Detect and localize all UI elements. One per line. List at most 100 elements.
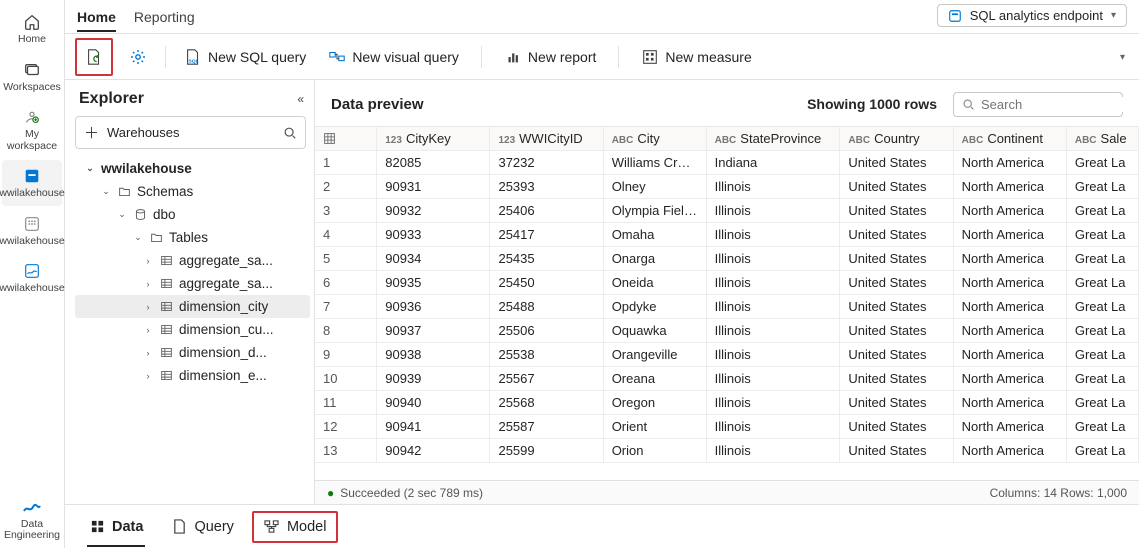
row-number: 3 <box>315 199 377 223</box>
toolbar-overflow[interactable]: ▾ <box>1120 52 1125 63</box>
column-header-wwicityid[interactable]: 123WWICityID <box>490 127 603 151</box>
table-row[interactable]: 139094225599OrionIllinoisUnited StatesNo… <box>315 439 1139 463</box>
tree-icon <box>149 231 163 245</box>
cell: North America <box>953 295 1066 319</box>
tree-node-label: dimension_city <box>179 299 268 314</box>
cell: Illinois <box>706 367 840 391</box>
row-number: 13 <box>315 439 377 463</box>
cell: 25568 <box>490 391 603 415</box>
bottom-tab-query[interactable]: Query <box>161 513 244 541</box>
data-preview-panel: Data preview Showing 1000 rows 123CityKe… <box>315 80 1139 504</box>
cell: Williams Creek <box>603 151 706 175</box>
status-text: Succeeded (2 sec 789 ms) <box>340 486 483 500</box>
gear-icon <box>129 48 147 66</box>
search-icon[interactable] <box>283 126 297 140</box>
tree-node-label: aggregate_sa... <box>179 276 273 291</box>
rail-item-label: My workspace <box>2 129 62 152</box>
table-row[interactable]: 59093425435OnargaIllinoisUnited StatesNo… <box>315 247 1139 271</box>
rail-item-data-engineering[interactable]: Data Engineering <box>2 491 62 548</box>
row-number: 5 <box>315 247 377 271</box>
table-row[interactable]: 39093225406Olympia FieldsIllinoisUnited … <box>315 199 1139 223</box>
row-number: 8 <box>315 319 377 343</box>
cell: 25538 <box>490 343 603 367</box>
cell: Illinois <box>706 271 840 295</box>
tree-node-dimension_e-[interactable]: ›dimension_e... <box>75 364 310 387</box>
column-header-country[interactable]: ABCCountry <box>840 127 953 151</box>
collapse-explorer-icon[interactable]: « <box>297 92 304 106</box>
table-row[interactable]: 18208537232Williams CreekIndianaUnited S… <box>315 151 1139 175</box>
tree-node-dimension_d-[interactable]: ›dimension_d... <box>75 341 310 364</box>
table-row[interactable]: 79093625488OpdykeIllinoisUnited StatesNo… <box>315 295 1139 319</box>
table-row[interactable]: 119094025568OregonIllinoisUnited StatesN… <box>315 391 1139 415</box>
refresh-button[interactable] <box>83 44 105 70</box>
bottom-tab-model[interactable]: Model <box>252 511 339 543</box>
bottom-tab-bar: Data Query Model <box>65 504 1139 548</box>
new-report-button[interactable]: New report <box>502 44 598 70</box>
new-measure-button[interactable]: New measure <box>639 44 753 70</box>
tree-node-dbo[interactable]: ⌄dbo <box>75 203 310 226</box>
cell: 90938 <box>377 343 490 367</box>
column-header-city[interactable]: ABCCity <box>603 127 706 151</box>
table-row[interactable]: 69093525450OneidaIllinoisUnited StatesNo… <box>315 271 1139 295</box>
plus-icon: ＋ <box>84 122 99 143</box>
tree-node-aggregate_sa-[interactable]: ›aggregate_sa... <box>75 272 310 295</box>
table-row[interactable]: 89093725506OquawkaIllinoisUnited StatesN… <box>315 319 1139 343</box>
tree-node-tables[interactable]: ⌄Tables <box>75 226 310 249</box>
column-header-stateprovince[interactable]: ABCStateProvince <box>706 127 840 151</box>
new-visual-query-button[interactable]: New visual query <box>326 44 461 70</box>
endpoint-selector[interactable]: SQL analytics endpoint ▾ <box>937 4 1127 27</box>
table-row[interactable]: 129094125587OrientIllinoisUnited StatesN… <box>315 415 1139 439</box>
tree-node-aggregate_sa-[interactable]: ›aggregate_sa... <box>75 249 310 272</box>
tree-icon <box>159 346 173 360</box>
main-area: Home Reporting SQL analytics endpoint ▾ S… <box>65 0 1139 548</box>
grid-corner[interactable] <box>315 127 377 151</box>
data-icon <box>89 519 105 535</box>
bottom-tab-data[interactable]: Data <box>79 513 153 541</box>
cell: Opdyke <box>603 295 706 319</box>
cell: United States <box>840 295 953 319</box>
cell: 90931 <box>377 175 490 199</box>
rail-item-workspaces[interactable]: Workspaces <box>2 54 62 100</box>
rail-item-my-workspace[interactable]: My workspace <box>2 101 62 158</box>
data-grid[interactable]: 123CityKey123WWICityIDABCCityABCStatePro… <box>315 126 1139 480</box>
search-box[interactable] <box>953 92 1123 117</box>
top-tab-reporting[interactable]: Reporting <box>134 3 195 31</box>
rail-item-wwilakehouse[interactable]: wwilakehouse <box>2 255 62 301</box>
workspaces-icon <box>22 60 42 80</box>
column-header-citykey[interactable]: 123CityKey <box>377 127 490 151</box>
toolbar: SQLNew SQL query New visual query New repo… <box>65 34 1139 80</box>
table-row[interactable]: 29093125393OlneyIllinoisUnited StatesNor… <box>315 175 1139 199</box>
rail-item-wwilakehouse[interactable]: wwilakehouse <box>2 208 62 254</box>
rail-item-wwilakehouse[interactable]: wwilakehouse <box>2 160 62 206</box>
tree-node-schemas[interactable]: ⌄Schemas <box>75 180 310 203</box>
tree-node-dimension_cu-[interactable]: ›dimension_cu... <box>75 318 310 341</box>
column-header-sale[interactable]: ABCSale <box>1066 127 1138 151</box>
settings-button[interactable] <box>127 44 149 70</box>
cell: Illinois <box>706 319 840 343</box>
rail-item-home[interactable]: Home <box>2 6 62 52</box>
warehouses-selector[interactable]: ＋ Warehouses <box>75 116 306 149</box>
cell: 90934 <box>377 247 490 271</box>
search-input[interactable] <box>981 97 1139 112</box>
cell: North America <box>953 175 1066 199</box>
top-tab-bar: Home Reporting SQL analytics endpoint ▾ <box>65 0 1139 34</box>
table-row[interactable]: 99093825538OrangevilleIllinoisUnited Sta… <box>315 343 1139 367</box>
toolbar-button-label: New SQL query <box>208 49 306 65</box>
new-sql-query-button[interactable]: SQLNew SQL query <box>182 44 308 70</box>
chevron-icon: › <box>143 302 153 312</box>
tree-node-wwilakehouse[interactable]: ⌄wwilakehouse <box>75 157 310 180</box>
table-row[interactable]: 109093925567OreanaIllinoisUnited StatesN… <box>315 367 1139 391</box>
table-row[interactable]: 49093325417OmahaIllinoisUnited StatesNor… <box>315 223 1139 247</box>
cell: United States <box>840 247 953 271</box>
top-tab-home[interactable]: Home <box>77 3 116 31</box>
tree-node-dimension_city[interactable]: › dimension_city <box>75 295 310 318</box>
column-header-continent[interactable]: ABCContinent <box>953 127 1066 151</box>
tree-icon <box>159 323 173 337</box>
toolbar-button-label: New report <box>528 49 596 65</box>
explorer-title: Explorer <box>79 90 144 108</box>
cell: 90940 <box>377 391 490 415</box>
cell: United States <box>840 415 953 439</box>
cell: North America <box>953 271 1066 295</box>
cell: 82085 <box>377 151 490 175</box>
content-row: Explorer « ＋ Warehouses ⌄wwilakehouse⌄Sc… <box>65 80 1139 504</box>
